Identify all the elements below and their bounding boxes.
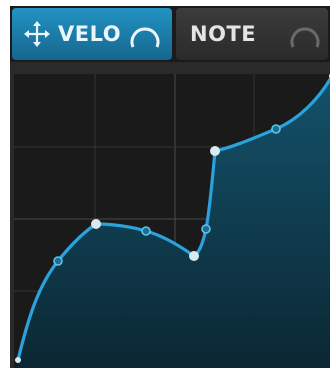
curve-point[interactable] bbox=[210, 146, 220, 156]
velocity-curve-panel: VELO NOTE bbox=[0, 0, 330, 368]
curve-point[interactable] bbox=[189, 251, 199, 261]
knob-icon[interactable] bbox=[288, 20, 322, 50]
knob-icon[interactable] bbox=[128, 20, 162, 50]
tab-note[interactable]: NOTE bbox=[176, 8, 328, 60]
velocity-curve-editor[interactable] bbox=[14, 74, 330, 368]
curve-graph[interactable] bbox=[14, 74, 330, 368]
curve-handle[interactable] bbox=[271, 124, 281, 134]
tab-bar: VELO NOTE bbox=[10, 6, 330, 62]
tab-note-label: NOTE bbox=[190, 22, 257, 46]
tab-velo[interactable]: VELO bbox=[12, 8, 172, 60]
tab-velo-label: VELO bbox=[58, 22, 122, 46]
curve-handle[interactable] bbox=[53, 256, 63, 266]
curve-point[interactable] bbox=[15, 357, 21, 363]
move-arrows-icon[interactable] bbox=[24, 21, 50, 47]
curve-handle[interactable] bbox=[141, 226, 151, 236]
curve-point[interactable] bbox=[91, 219, 101, 229]
curve-handle[interactable] bbox=[201, 224, 211, 234]
